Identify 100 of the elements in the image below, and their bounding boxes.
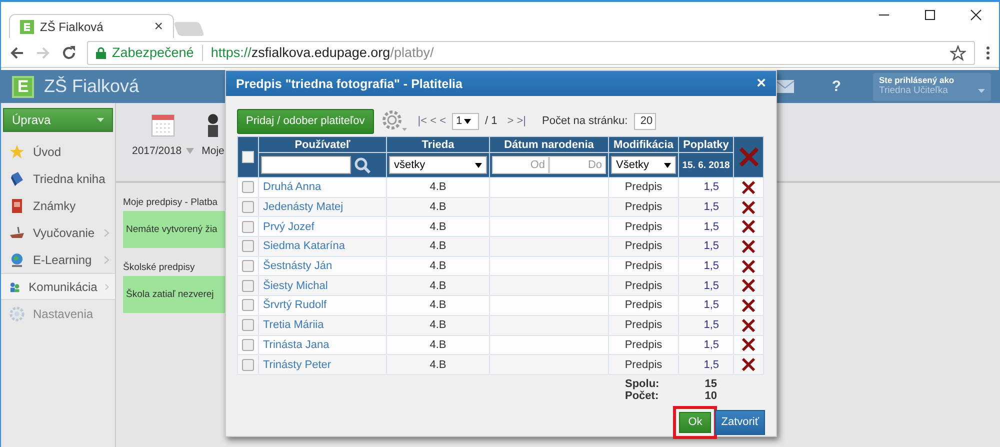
column-header[interactable]: Modifikácia (608, 136, 678, 152)
table-cell: 4.B (386, 236, 490, 256)
delete-icon[interactable] (741, 318, 756, 333)
row-checkbox[interactable] (242, 319, 254, 332)
sidebar-item[interactable]: Komunikácia (1, 273, 115, 300)
table-cell: 4.B (386, 256, 490, 276)
table-cell: 4.B (386, 276, 490, 296)
row-checkbox[interactable] (242, 240, 254, 252)
delete-icon[interactable] (741, 258, 756, 274)
fee-link[interactable]: 1,5 (704, 299, 719, 312)
add-payers-button[interactable]: Pridaj / odober platiteľov (237, 108, 374, 134)
per-page-field[interactable]: 20 (634, 112, 656, 130)
book-icon (9, 170, 25, 186)
table-cell: 4.B (386, 197, 490, 217)
dropdown-icon (97, 118, 104, 122)
person-icon[interactable] (206, 113, 220, 137)
table-cell: 4.B (386, 216, 490, 237)
ok-button[interactable]: Ok (679, 412, 712, 433)
row-checkbox[interactable] (242, 220, 254, 233)
table-cell: Predpis (608, 276, 678, 296)
date-to-field[interactable]: Do (549, 156, 606, 174)
dropdown-icon[interactable] (464, 118, 472, 124)
reload-icon[interactable] (61, 44, 77, 60)
fee-link[interactable]: 1,5 (704, 319, 719, 332)
address-bar[interactable]: Zabezpečené https://zsfialkova.edupage.org/platby/ (87, 40, 975, 64)
summary-label: Počet: (625, 390, 659, 402)
fee-link[interactable]: 1,5 (704, 338, 719, 351)
sidebar-item[interactable]: Triedna kniha (1, 165, 115, 192)
delete-icon[interactable] (741, 337, 756, 352)
delete-icon[interactable] (741, 357, 756, 372)
fee-link[interactable]: 1,5 (704, 260, 719, 272)
column-header[interactable]: Poplatky (678, 136, 734, 152)
table-cell: Predpis (608, 315, 678, 335)
fee-link[interactable]: 1,5 (704, 201, 719, 214)
delete-icon[interactable] (741, 238, 756, 254)
column-header[interactable]: Trieda (386, 136, 490, 152)
fee-link[interactable]: 1,5 (704, 240, 719, 252)
class-filter[interactable]: všetky (389, 156, 487, 174)
secure-label: Zabezpečené (112, 45, 194, 60)
lock-icon (96, 46, 106, 58)
star-icon[interactable] (950, 44, 966, 60)
pager-next[interactable]: > >| (507, 115, 526, 127)
dropdown-icon[interactable] (664, 162, 671, 168)
browser-tab[interactable]: ZŠ Fialková × (9, 14, 174, 38)
row-checkbox[interactable] (242, 338, 254, 351)
notebook-icon (9, 198, 25, 214)
delete-icon[interactable] (741, 278, 756, 294)
fee-link[interactable]: 1,5 (704, 358, 719, 371)
select-all-checkbox[interactable] (242, 151, 254, 163)
fee-link[interactable]: 1,5 (704, 220, 719, 233)
table-cell: Predpis (608, 296, 678, 316)
row-checkbox[interactable] (242, 299, 254, 312)
star-icon (9, 144, 25, 160)
dropdown-icon[interactable] (475, 162, 482, 168)
row-checkbox[interactable] (242, 201, 254, 214)
tab-close-button[interactable]: × (154, 18, 163, 35)
delete-icon[interactable] (741, 200, 756, 215)
user-menu[interactable]: Ste prihlásený ako Triedna Učiteľka (873, 72, 991, 100)
page-select[interactable]: 1 (452, 112, 480, 130)
table-cell: Predpis (608, 354, 678, 374)
sidebar-item[interactable]: Vyučovanie (1, 219, 115, 246)
fee-link[interactable]: 1,5 (704, 280, 719, 292)
table-cell: Predpis (608, 197, 678, 217)
dialog-title: Predpis "triedna fotografia" - Platitelia (236, 76, 464, 90)
edit-button[interactable]: Úprava (3, 108, 113, 132)
delete-icon[interactable] (741, 298, 756, 313)
globe-icon (9, 252, 25, 268)
user-search-field[interactable] (261, 156, 351, 174)
delete-icon[interactable] (741, 219, 756, 234)
date-from-field[interactable]: Od (492, 156, 549, 174)
row-checkbox[interactable] (242, 181, 254, 194)
sidebar-item[interactable]: Úvod (1, 138, 115, 165)
dialog-close-button[interactable]: × (756, 74, 766, 92)
table-cell: Predpis (608, 256, 678, 276)
delete-icon[interactable] (741, 180, 756, 195)
summary-value: 15 (704, 378, 717, 390)
sidebar-item[interactable]: Známky (1, 192, 115, 219)
menu-icon[interactable] (985, 44, 991, 60)
summary-label: Spolu: (625, 378, 660, 390)
row-checkbox[interactable] (242, 280, 254, 292)
pager-prev[interactable]: |< < < (418, 115, 446, 127)
help-button[interactable]: ? (832, 78, 841, 95)
fee-link[interactable]: 1,5 (704, 181, 719, 194)
column-header[interactable]: Používateľ (258, 136, 386, 152)
toolbar-label[interactable]: Moje (202, 145, 224, 157)
back-icon[interactable] (9, 44, 25, 60)
site-logo-icon (20, 20, 34, 34)
table-cell: 4.B (386, 335, 490, 355)
calendar-icon[interactable] (150, 113, 175, 137)
row-checkbox[interactable] (242, 260, 254, 272)
search-icon[interactable] (354, 156, 371, 174)
row-checkbox[interactable] (242, 358, 254, 371)
column-header[interactable]: Dátum narodenia (490, 136, 608, 152)
modification-filter[interactable]: Všetky (611, 156, 676, 174)
section-heading: Moje predpisy - Platba (123, 197, 218, 208)
school-year[interactable]: 2017/2018 (132, 145, 182, 157)
settings-icon[interactable] (380, 109, 408, 133)
sidebar-item[interactable]: E-Learning (1, 246, 115, 273)
table-cell: Predpis (608, 216, 678, 237)
close-button[interactable]: Zatvoriť (715, 410, 765, 435)
